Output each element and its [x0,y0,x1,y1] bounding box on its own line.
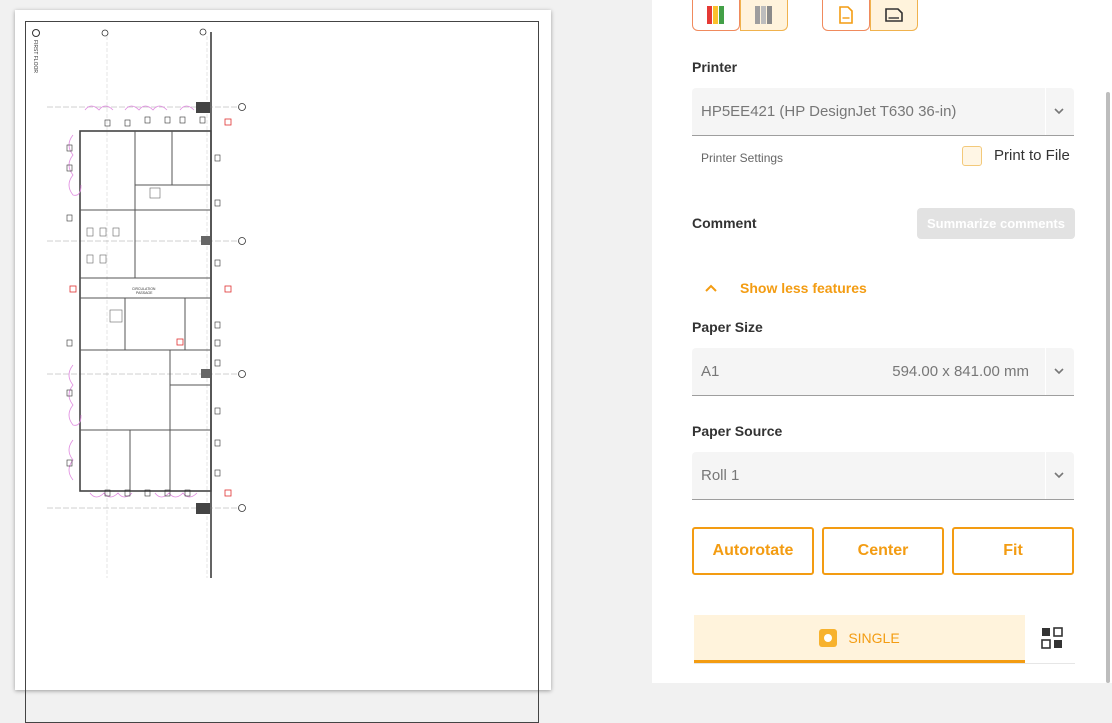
paper-source-value: Roll 1 [701,467,740,484]
color-mode-button[interactable] [692,0,740,31]
grayscale-mode-button[interactable] [740,0,788,31]
printer-settings-link[interactable]: Printer Settings [701,151,783,165]
print-to-file-label: Print to File [994,147,1070,164]
floor-plan-drawing: FIRST FLOOR CIRCULATION PASSAGE [32,28,246,578]
comment-label: Comment [692,215,757,231]
select-divider [1045,88,1046,135]
tab-single-label: SINGLE [848,629,900,646]
portrait-icon [839,6,853,24]
printer-select[interactable]: HP5EE421 (HP DesignJet T630 36-in) [692,88,1074,136]
color-mode-icon [707,6,724,24]
paper-size-dimensions: 594.00 x 841.00 mm [892,363,1029,380]
show-less-features-toggle[interactable]: Show less features [704,280,867,296]
paper-source-select[interactable]: Roll 1 [692,452,1074,500]
room-label-passage: PASSAGE [136,291,153,295]
summarize-comments-button[interactable]: Summarize comments [917,208,1075,239]
color-mode-toggle [692,0,788,31]
center-button[interactable]: Center [822,527,944,575]
grayscale-mode-icon [755,6,772,24]
chevron-down-icon [1054,368,1064,375]
drawing-stamp-text: FIRST FLOOR [32,40,38,73]
paper-size-value: A1 [701,363,720,380]
paper-source-label: Paper Source [692,423,783,439]
chevron-up-icon [705,284,717,292]
paper-size-label: Paper Size [692,319,763,335]
paper-size-select[interactable]: A1 594.00 x 841.00 mm [692,348,1074,396]
autorotate-button[interactable]: Autorotate [692,527,814,575]
printer-label: Printer [692,59,738,75]
select-divider [1045,348,1046,395]
tab-single[interactable]: SINGLE [694,615,1025,663]
preview-sheet: FIRST FLOOR CIRCULATION PASSAGE [15,10,551,723]
panel-scrollbar-thumb[interactable] [1106,92,1110,683]
landscape-button[interactable] [870,0,918,31]
tile-layout-icon[interactable] [1041,627,1063,649]
print-settings-panel: Printer HP5EE421 (HP DesignJet T630 36-i… [652,0,1112,683]
single-page-icon [819,628,838,647]
fit-button[interactable]: Fit [952,527,1074,575]
select-divider [1045,452,1046,499]
landscape-icon [885,8,903,22]
layout-tabs: SINGLE [694,615,1075,664]
chevron-down-icon [1054,472,1064,479]
print-to-file-checkbox[interactable] [962,146,982,166]
portrait-button[interactable] [822,0,870,31]
chevron-down-icon [1054,108,1064,115]
print-preview-area: FIRST FLOOR CIRCULATION PASSAGE [0,0,652,723]
orientation-toggle [822,0,918,31]
show-less-features-label: Show less features [740,280,867,296]
printer-select-value: HP5EE421 (HP DesignJet T630 36-in) [701,103,957,120]
